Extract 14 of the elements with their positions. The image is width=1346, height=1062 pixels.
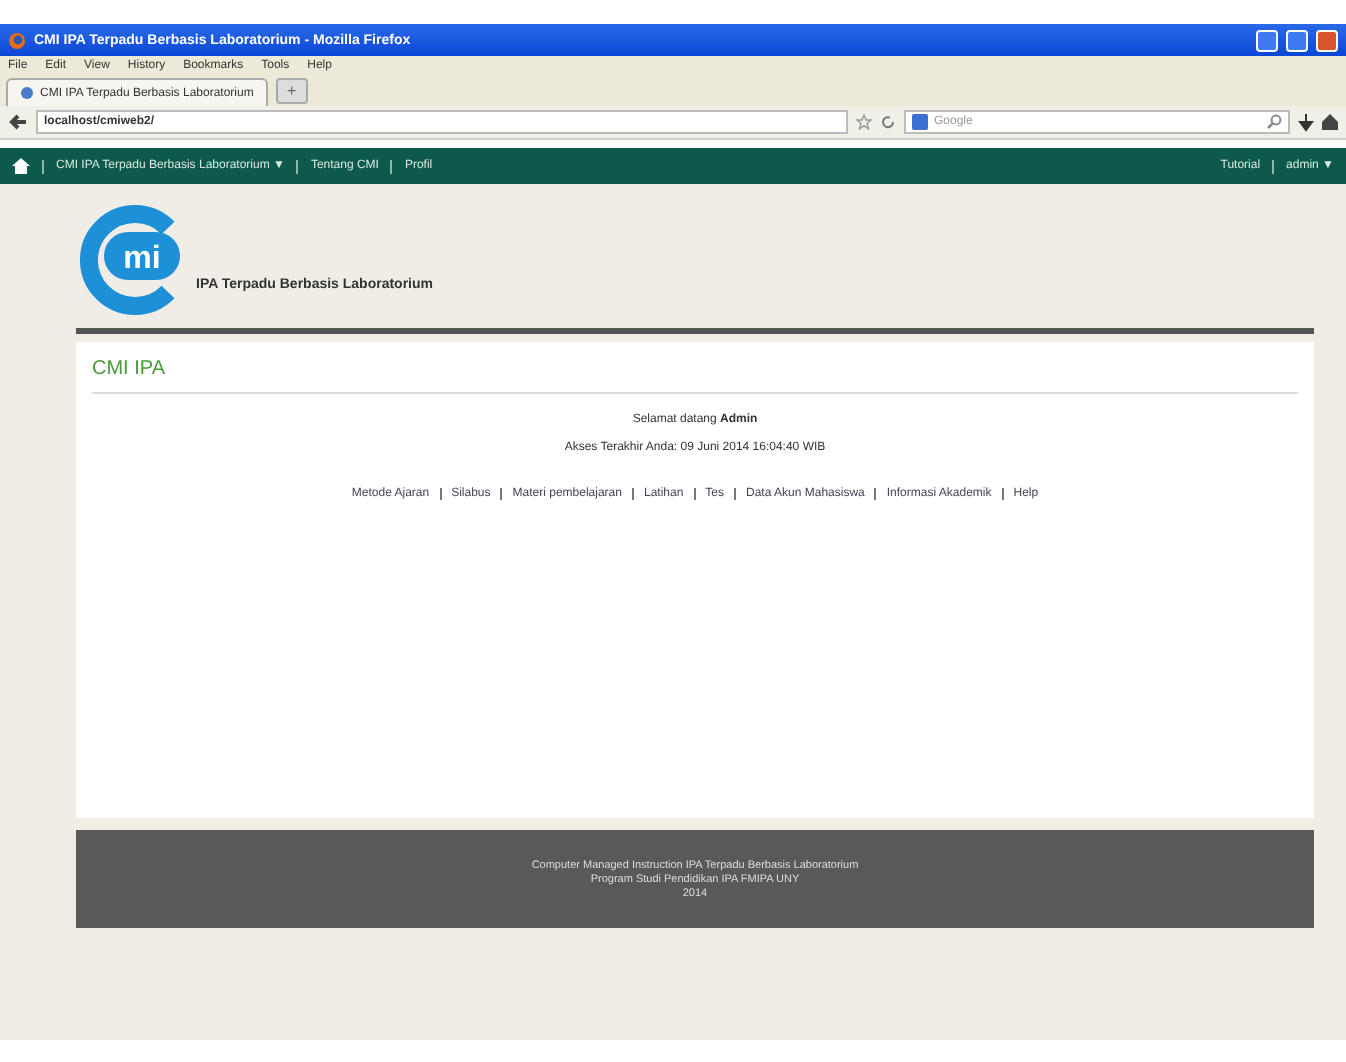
minimize-button[interactable] bbox=[1256, 29, 1278, 51]
home-icon[interactable] bbox=[1322, 114, 1338, 130]
page-heading: CMI IPA bbox=[92, 342, 1298, 394]
maximize-button[interactable] bbox=[1286, 29, 1308, 51]
new-tab-button[interactable]: + bbox=[275, 78, 308, 104]
download-icon[interactable] bbox=[1298, 113, 1314, 131]
search-icon[interactable] bbox=[1266, 114, 1282, 130]
back-icon[interactable] bbox=[8, 112, 28, 132]
close-button[interactable] bbox=[1316, 29, 1338, 51]
browser-icon bbox=[8, 31, 26, 49]
home-icon[interactable] bbox=[12, 158, 30, 174]
page-icon bbox=[20, 86, 34, 100]
star-icon[interactable] bbox=[856, 114, 872, 130]
reload-icon[interactable] bbox=[880, 114, 896, 130]
